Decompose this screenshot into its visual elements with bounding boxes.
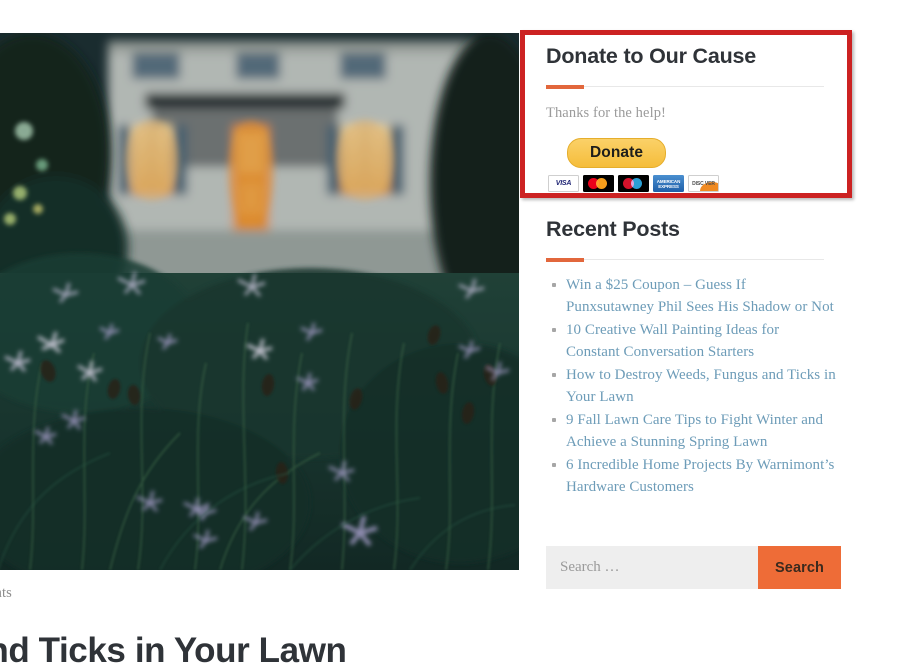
visa-card-label: VISA bbox=[555, 180, 572, 187]
accepted-cards-row: VISA AMERICAN EXPRESS DISC VER bbox=[546, 175, 836, 192]
donate-widget-description: Thanks for the help! bbox=[546, 105, 666, 121]
discover-card-label: DISC VER bbox=[692, 180, 715, 187]
donate-button-row: Donate bbox=[546, 138, 836, 168]
page-title: Fungus and Ticks in Your Lawn bbox=[0, 631, 347, 671]
search-form: Search bbox=[546, 546, 841, 589]
search-input[interactable] bbox=[546, 546, 758, 589]
list-item: 6 Incredible Home Projects By Warnimont’… bbox=[552, 454, 836, 498]
post-comments-meta: omments bbox=[0, 585, 12, 601]
amex-card-icon: AMERICAN EXPRESS bbox=[653, 175, 684, 192]
article-column: omments Fungus and Ticks in Your Lawn bbox=[0, 0, 519, 670]
recent-posts-widget-title: Recent Posts bbox=[546, 217, 680, 241]
donate-widget-divider bbox=[546, 84, 824, 89]
recent-post-link[interactable]: Win a $25 Coupon – Guess If Punxsutawney… bbox=[566, 277, 834, 315]
recent-posts-list: Win a $25 Coupon – Guess If Punxsutawney… bbox=[546, 274, 836, 498]
mastercard-card-icon bbox=[583, 175, 614, 192]
recent-posts-widget: Recent Posts Win a $25 Coupon – Guess If… bbox=[546, 216, 836, 499]
list-item: Win a $25 Coupon – Guess If Punxsutawney… bbox=[552, 274, 836, 318]
list-item: 10 Creative Wall Painting Ideas for Cons… bbox=[552, 319, 836, 363]
recent-posts-widget-divider bbox=[546, 257, 824, 262]
donate-widget-title: Donate to Our Cause bbox=[546, 44, 757, 68]
list-item: 9 Fall Lawn Care Tips to Fight Winter an… bbox=[552, 409, 836, 453]
maestro-card-icon bbox=[618, 175, 649, 192]
donate-widget: Donate to Our Cause Thanks for the help!… bbox=[546, 43, 836, 192]
visa-card-icon: VISA bbox=[548, 175, 579, 192]
recent-post-link[interactable]: 10 Creative Wall Painting Ideas for Cons… bbox=[566, 322, 779, 360]
search-button[interactable]: Search bbox=[758, 546, 841, 589]
donate-button[interactable]: Donate bbox=[567, 138, 667, 168]
amex-card-label: AMERICAN EXPRESS bbox=[656, 178, 681, 189]
recent-post-link[interactable]: How to Destroy Weeds, Fungus and Ticks i… bbox=[566, 367, 836, 405]
search-widget: Search bbox=[546, 546, 841, 589]
discover-card-icon: DISC VER bbox=[688, 175, 719, 192]
featured-image bbox=[0, 33, 519, 570]
list-item: How to Destroy Weeds, Fungus and Ticks i… bbox=[552, 364, 836, 408]
recent-post-link[interactable]: 6 Incredible Home Projects By Warnimont’… bbox=[566, 457, 834, 495]
recent-post-link[interactable]: 9 Fall Lawn Care Tips to Fight Winter an… bbox=[566, 412, 823, 450]
